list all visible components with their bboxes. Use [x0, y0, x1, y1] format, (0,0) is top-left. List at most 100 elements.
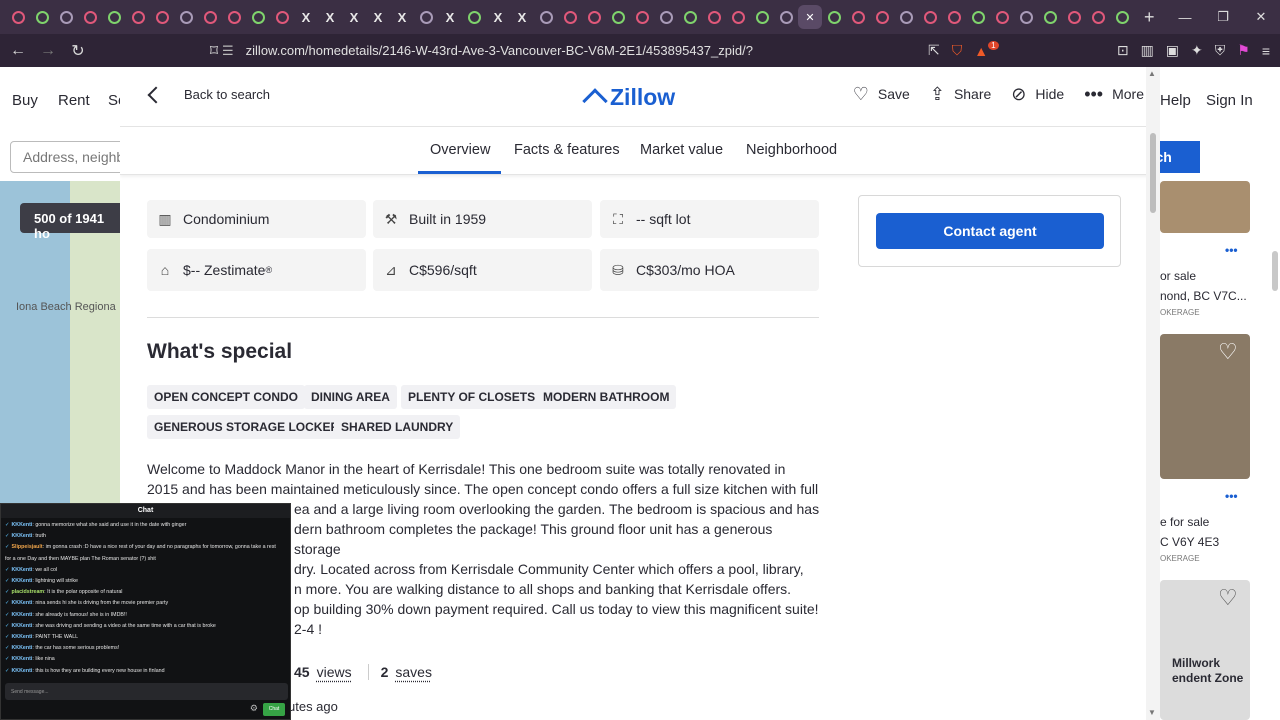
browser-tab[interactable]	[726, 5, 750, 29]
browser-tab[interactable]	[582, 5, 606, 29]
browser-tab[interactable]	[894, 5, 918, 29]
wallet-icon[interactable]: ▣	[1166, 42, 1179, 59]
browser-tab[interactable]	[654, 5, 678, 29]
contact-agent-button[interactable]: Contact agent	[876, 213, 1104, 249]
browser-tab[interactable]	[30, 5, 54, 29]
browser-tab[interactable]	[150, 5, 174, 29]
more-options-icon[interactable]: •••	[1225, 243, 1238, 257]
browser-tab[interactable]	[198, 5, 222, 29]
sidebar-icon[interactable]: ▥	[1141, 42, 1154, 59]
back-to-search-button[interactable]: Back to search	[147, 86, 270, 103]
chat-username[interactable]: KKKenti	[11, 578, 32, 584]
browser-tab[interactable]	[750, 5, 774, 29]
browser-tab[interactable]	[270, 5, 294, 29]
browser-tab[interactable]: ✕	[798, 5, 822, 29]
nav-help[interactable]: Help	[1160, 92, 1191, 109]
share-page-icon[interactable]: ⇱	[928, 42, 940, 59]
save-button[interactable]: ♡ Save	[853, 85, 910, 103]
browser-tab[interactable]	[918, 5, 942, 29]
brave-shields-icon[interactable]: ⛉	[952, 42, 963, 59]
browser-tab[interactable]: X	[510, 5, 534, 29]
gear-icon[interactable]: ⚙	[250, 703, 258, 714]
nav-sign-in[interactable]: Sign In	[1206, 92, 1253, 109]
browser-tab[interactable]: X	[366, 5, 390, 29]
browser-tab[interactable]	[462, 5, 486, 29]
chat-username[interactable]: KKKenti	[11, 645, 32, 651]
saves-link[interactable]: saves	[395, 664, 432, 680]
tab-neighborhood[interactable]: Neighborhood	[746, 142, 837, 158]
browser-tab[interactable]: X	[342, 5, 366, 29]
address-bar[interactable]: ☰ zillow.com/homedetails/2146-W-43rd-Ave…	[222, 38, 1012, 63]
hide-button[interactable]: ⊘ Hide	[1011, 85, 1064, 103]
reader-mode-icon[interactable]: ⊡	[1117, 42, 1129, 59]
browser-tab[interactable]	[630, 5, 654, 29]
chat-username[interactable]: KKKenti	[11, 533, 32, 539]
chat-username[interactable]: KKKenti	[11, 668, 32, 674]
site-settings-icon[interactable]: ☰	[222, 43, 234, 59]
share-button[interactable]: ⇪ Share	[930, 85, 991, 103]
browser-tab[interactable]: X	[438, 5, 462, 29]
browser-tab[interactable]	[246, 5, 270, 29]
views-link[interactable]: views	[317, 664, 352, 680]
browser-tab[interactable]: X	[486, 5, 510, 29]
chat-username[interactable]: placidstream	[11, 589, 44, 595]
browser-tab[interactable]	[1014, 5, 1038, 29]
browser-tab[interactable]	[942, 5, 966, 29]
menu-icon[interactable]: ≡	[1262, 43, 1270, 59]
chat-send-button[interactable]: Chat	[263, 703, 285, 716]
browser-tab[interactable]	[78, 5, 102, 29]
browser-tab[interactable]	[54, 5, 78, 29]
heart-icon[interactable]: ♡	[1218, 339, 1238, 365]
new-tab-button[interactable]: +	[1144, 7, 1155, 28]
browser-tab[interactable]	[678, 5, 702, 29]
back-arrow-icon[interactable]: ←	[6, 42, 30, 60]
more-options-icon[interactable]: •••	[1225, 489, 1238, 503]
reload-icon[interactable]: ↻	[66, 41, 90, 61]
forward-arrow-icon[interactable]: →	[36, 42, 60, 60]
minimize-icon[interactable]: —	[1166, 0, 1204, 34]
chat-username[interactable]: KKKenti	[11, 623, 32, 629]
browser-tab[interactable]	[606, 5, 630, 29]
results-scrollbar[interactable]	[1272, 251, 1278, 291]
browser-tab[interactable]	[414, 5, 438, 29]
scrollbar-thumb[interactable]	[1150, 133, 1156, 213]
scroll-up-icon[interactable]: ▲	[1148, 69, 1156, 78]
tab-market-value[interactable]: Market value	[640, 142, 723, 158]
browser-tab[interactable]	[774, 5, 798, 29]
restore-icon[interactable]: ❐	[1204, 0, 1242, 34]
more-button[interactable]: ••• More	[1084, 85, 1144, 103]
chat-username[interactable]: KKKenti	[11, 656, 32, 662]
browser-tab[interactable]	[534, 5, 558, 29]
chat-username[interactable]: KKKenti	[11, 600, 32, 606]
browser-tab[interactable]	[1038, 5, 1062, 29]
nav-buy[interactable]: Buy	[12, 92, 38, 109]
chat-message-input[interactable]: Send message...	[5, 683, 288, 700]
browser-tab[interactable]: X	[390, 5, 414, 29]
browser-tab[interactable]: X	[318, 5, 342, 29]
browser-tab[interactable]	[990, 5, 1014, 29]
browser-tab[interactable]	[558, 5, 582, 29]
chat-username[interactable]: Slippeisjault	[11, 544, 42, 550]
extension-icon[interactable]: ⚑	[1237, 42, 1250, 59]
nav-rent[interactable]: Rent	[58, 92, 90, 109]
browser-tab[interactable]	[102, 5, 126, 29]
chat-username[interactable]: KKKenti	[11, 567, 32, 573]
chat-username[interactable]: KKKenti	[11, 612, 32, 618]
browser-tab[interactable]	[222, 5, 246, 29]
chat-username[interactable]: KKKenti	[11, 522, 32, 528]
chat-username[interactable]: KKKenti	[11, 634, 32, 640]
leo-ai-icon[interactable]: ✦	[1191, 42, 1203, 59]
listing-photo[interactable]	[1160, 181, 1250, 233]
browser-tab[interactable]	[702, 5, 726, 29]
tab-facts-features[interactable]: Facts & features	[514, 142, 620, 158]
browser-tab[interactable]	[870, 5, 894, 29]
tab-overview[interactable]: Overview	[430, 142, 490, 158]
vpn-icon[interactable]: ⛨	[1215, 42, 1226, 59]
scroll-down-icon[interactable]: ▼	[1148, 708, 1156, 717]
zillow-logo[interactable]: Zillow	[582, 84, 675, 114]
close-window-icon[interactable]: ✕	[1242, 0, 1280, 34]
browser-tab[interactable]	[1086, 5, 1110, 29]
browser-tab[interactable]	[6, 5, 30, 29]
browser-tab[interactable]: X	[294, 5, 318, 29]
browser-tab[interactable]	[966, 5, 990, 29]
